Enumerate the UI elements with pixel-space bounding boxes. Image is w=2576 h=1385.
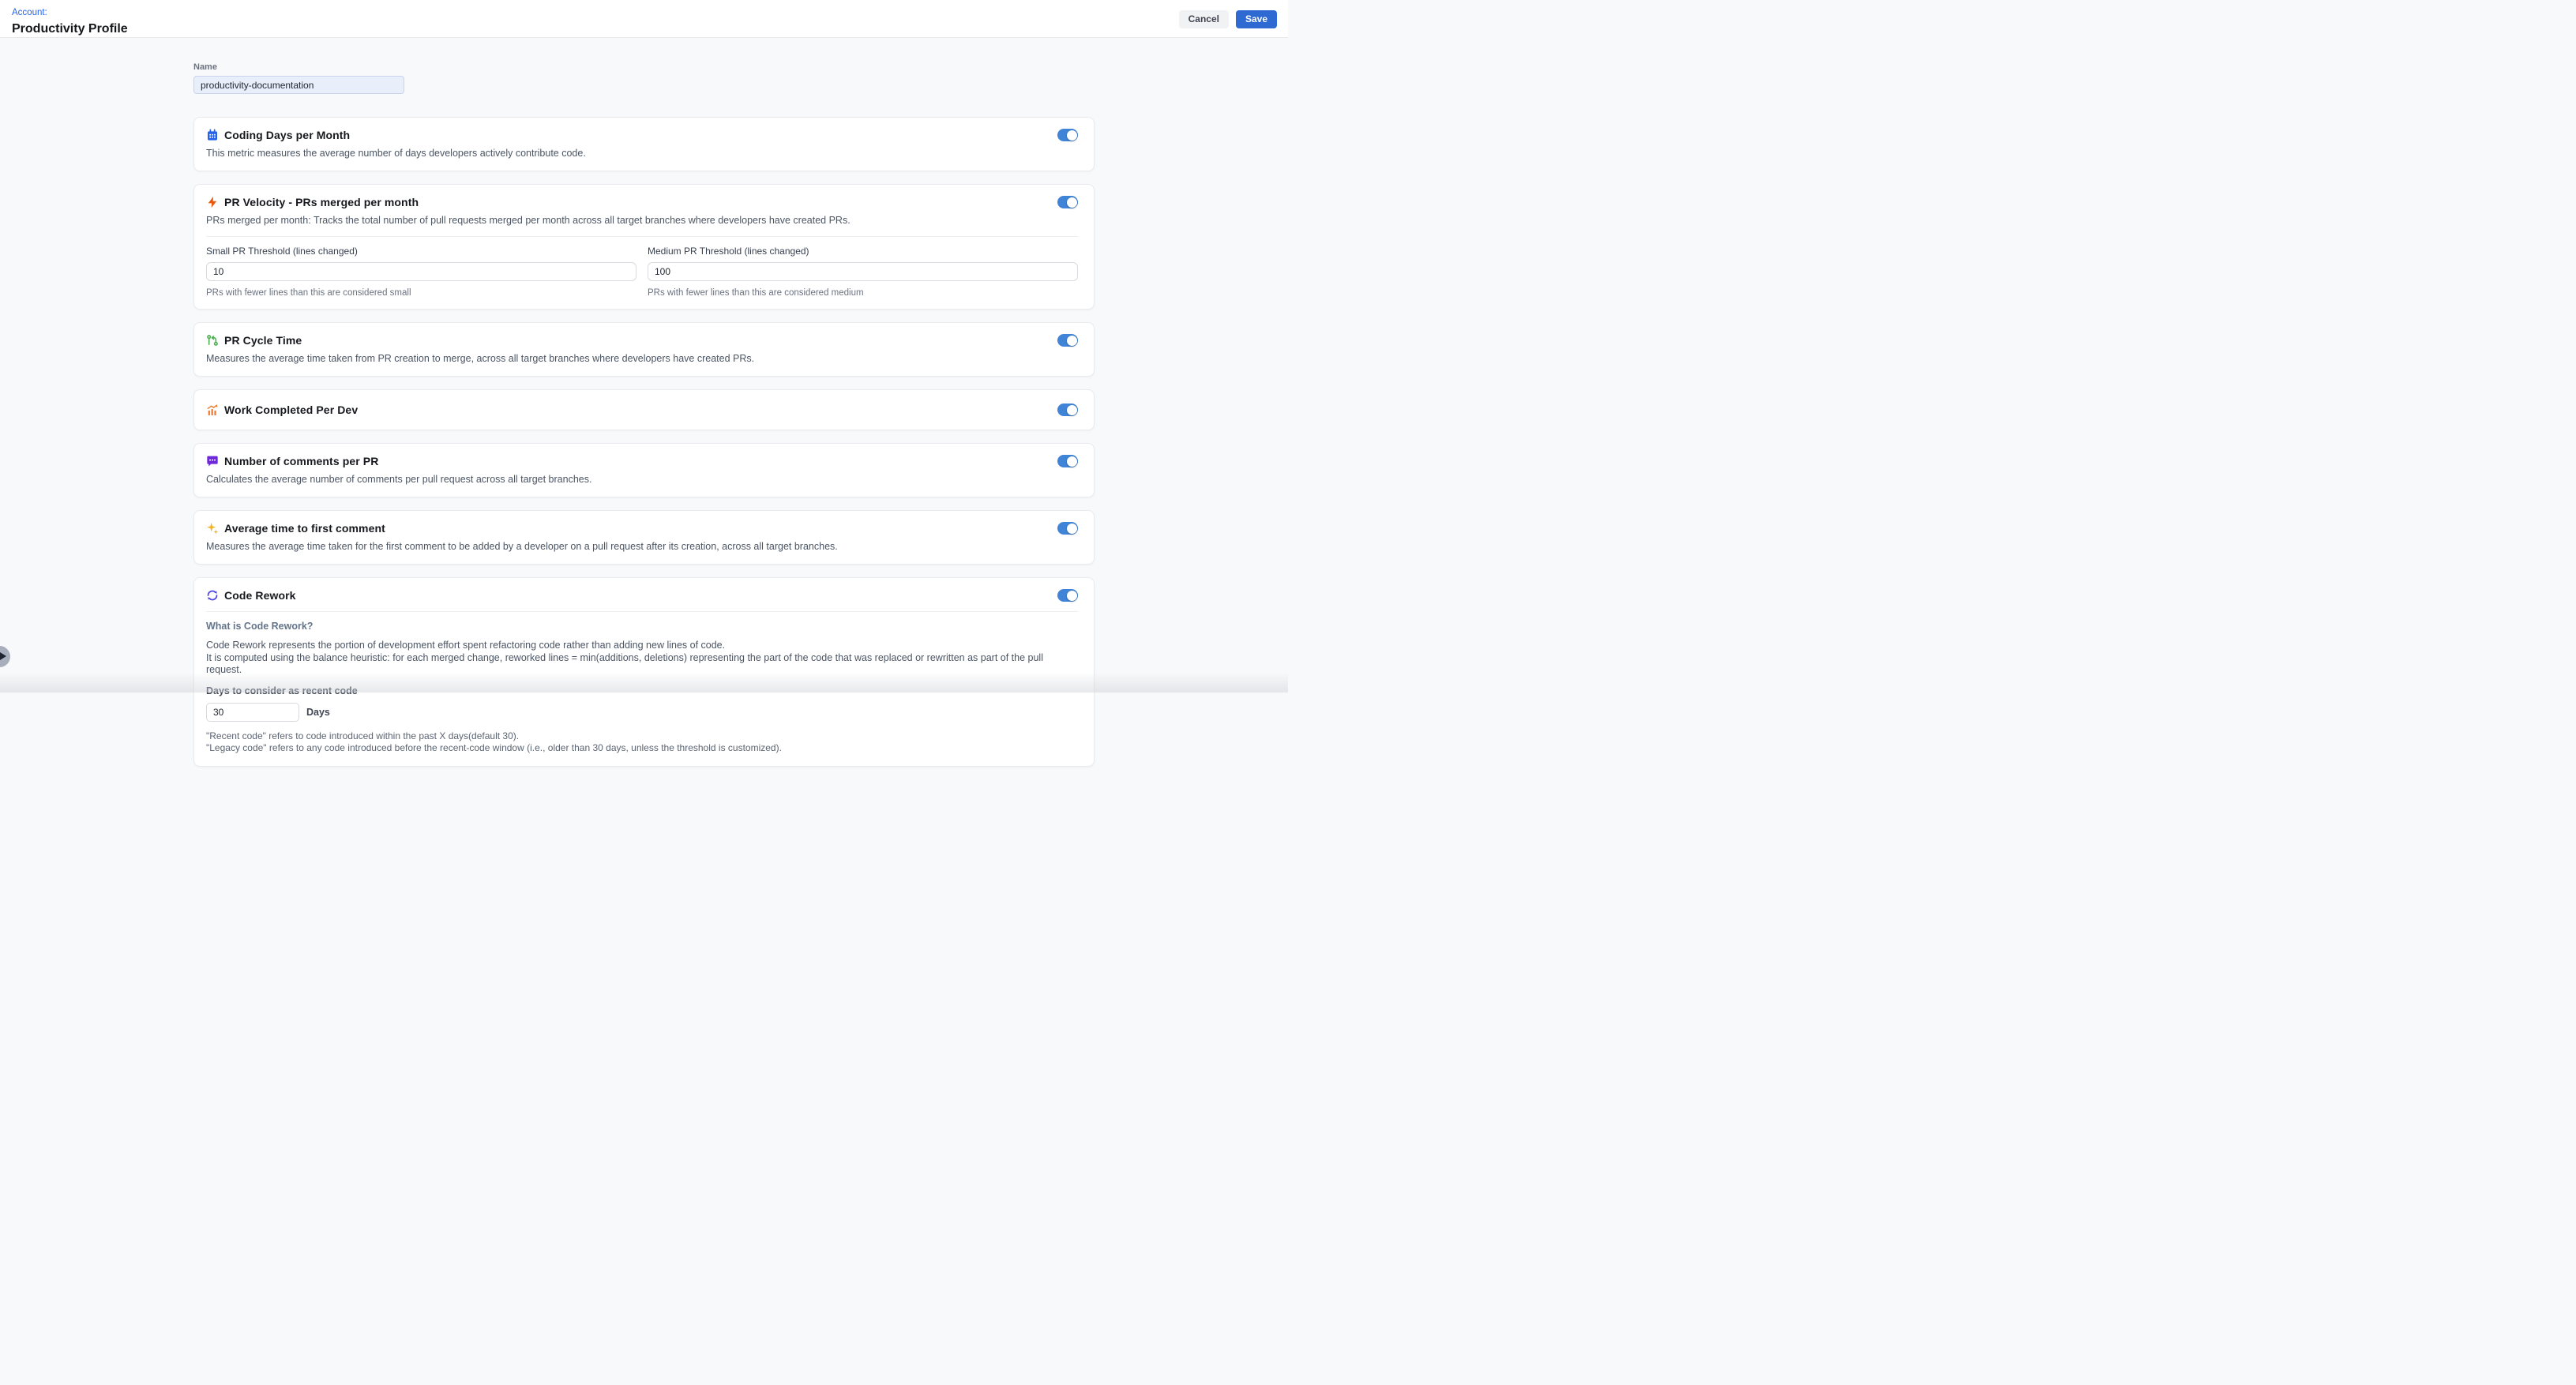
metric-card-coding-days: Coding Days per Month This metric measur… (193, 117, 1095, 171)
medium-pr-threshold-input[interactable] (648, 262, 1078, 281)
toggle-work-completed[interactable] (1057, 403, 1078, 416)
zap-icon (206, 196, 219, 208)
metric-title: PR Cycle Time (224, 334, 302, 347)
card-divider (206, 611, 1078, 612)
metric-title: Average time to first comment (224, 522, 385, 535)
toggle-coding-days[interactable] (1057, 129, 1078, 141)
toggle-avg-time-first-comment[interactable] (1057, 522, 1078, 535)
code-rework-heading: What is Code Rework? (206, 621, 1078, 632)
account-breadcrumb-link[interactable]: Account: (12, 7, 47, 18)
metric-card-comments-per-pr: Number of comments per PR Calculates the… (193, 443, 1095, 497)
medium-pr-threshold-group: Medium PR Threshold (lines changed) PRs … (648, 246, 1078, 298)
metric-card-pr-velocity: PR Velocity - PRs merged per month PRs m… (193, 184, 1095, 310)
metric-title: Work Completed Per Dev (224, 403, 358, 416)
metric-description: This metric measures the average number … (206, 147, 1078, 160)
sparkles-icon (206, 522, 219, 535)
toggle-pr-velocity[interactable] (1057, 196, 1078, 208)
toggle-comments-per-pr[interactable] (1057, 455, 1078, 467)
code-rework-paragraph-1: Code Rework represents the portion of de… (206, 640, 1078, 652)
sync-icon (206, 589, 219, 602)
metric-description: Measures the average time taken from PR … (206, 352, 1078, 365)
metric-title: Coding Days per Month (224, 129, 350, 141)
metric-card-pr-cycle-time: PR Cycle Time Measures the average time … (193, 322, 1095, 377)
metric-title: Code Rework (224, 589, 296, 602)
metric-description: Measures the average time taken for the … (206, 540, 1078, 553)
metric-title: PR Velocity - PRs merged per month (224, 196, 419, 208)
medium-pr-threshold-helper: PRs with fewer lines than this are consi… (648, 288, 1078, 298)
sidebar-expand-button[interactable] (0, 646, 10, 667)
bar-chart-arrow-icon (206, 403, 219, 416)
small-pr-threshold-group: Small PR Threshold (lines changed) PRs w… (206, 246, 636, 298)
metric-card-code-rework: Code Rework What is Code Rework? Code Re… (193, 577, 1095, 767)
name-input[interactable] (193, 76, 404, 94)
recent-code-days-label: Days to consider as recent code (206, 685, 1078, 696)
metric-title: Number of comments per PR (224, 455, 378, 467)
calendar-icon (206, 129, 219, 141)
small-pr-threshold-input[interactable] (206, 262, 636, 281)
small-pr-threshold-helper: PRs with fewer lines than this are consi… (206, 288, 636, 298)
metric-description: Calculates the average number of comment… (206, 473, 1078, 486)
metric-cards: Coding Days per Month This metric measur… (193, 117, 1095, 775)
header-actions: Cancel Save (1179, 10, 1277, 28)
top-header: Account: Productivity Profile Cancel Sav… (0, 0, 1288, 38)
name-label: Name (193, 62, 1095, 72)
metric-card-work-completed: Work Completed Per Dev (193, 389, 1095, 430)
git-pull-request-icon (206, 334, 219, 347)
metric-description: PRs merged per month: Tracks the total n… (206, 214, 1078, 227)
recent-code-days-input[interactable] (206, 703, 299, 722)
save-button[interactable]: Save (1236, 10, 1277, 28)
name-field-group: Name (193, 62, 1095, 94)
small-pr-threshold-label: Small PR Threshold (lines changed) (206, 246, 636, 257)
card-divider (206, 236, 1078, 237)
medium-pr-threshold-label: Medium PR Threshold (lines changed) (648, 246, 1078, 257)
toggle-pr-cycle-time[interactable] (1057, 334, 1078, 347)
recent-code-note: "Recent code" refers to code introduced … (206, 730, 1078, 743)
page-title: Productivity Profile (12, 21, 1275, 36)
comment-icon (206, 455, 219, 467)
code-rework-paragraph-2: It is computed using the balance heurist… (206, 652, 1078, 677)
profile-form: Name (193, 38, 1095, 775)
legacy-code-note: "Legacy code" refers to any code introdu… (206, 742, 1078, 755)
play-arrow-icon (0, 652, 6, 660)
toggle-code-rework[interactable] (1057, 589, 1078, 602)
cancel-button[interactable]: Cancel (1179, 10, 1229, 28)
metric-card-avg-time-first-comment: Average time to first comment Measures t… (193, 510, 1095, 565)
days-unit-label: Days (306, 707, 330, 718)
